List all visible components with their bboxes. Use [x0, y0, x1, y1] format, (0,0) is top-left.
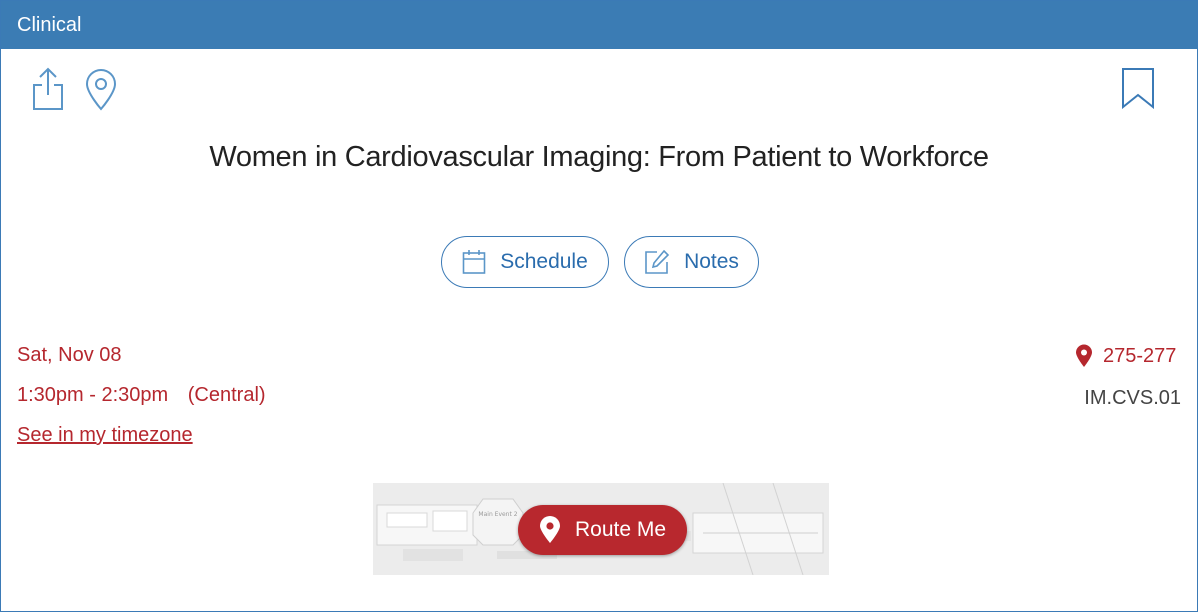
notes-button[interactable]: Notes: [624, 236, 759, 288]
edit-note-icon: [645, 249, 670, 274]
session-time: 1:30pm - 2:30pm (Central): [17, 384, 266, 407]
route-me-button[interactable]: Route Me: [518, 505, 687, 555]
session-date: Sat, Nov 08: [17, 344, 122, 366]
category-label: Clinical: [17, 14, 82, 36]
timezone-link[interactable]: See in my timezone: [17, 424, 193, 447]
notes-label: Notes: [684, 250, 739, 273]
category-header: Clinical: [1, 1, 1197, 49]
map-marker-icon: [1076, 344, 1092, 367]
map-booth-label: Main Event 2: [478, 511, 517, 518]
session-room: 275-277: [1075, 344, 1176, 368]
bookmark-icon[interactable]: [1121, 67, 1155, 114]
session-code: IM.CVS.01: [1084, 387, 1181, 409]
calendar-icon: [462, 250, 486, 274]
room-label: 275-277: [1103, 344, 1177, 367]
session-title: Women in Cardiovascular Imaging: From Pa…: [209, 141, 989, 173]
session-time-range: 1:30pm - 2:30pm: [17, 384, 169, 406]
location-pin-icon[interactable]: [83, 69, 119, 116]
schedule-label: Schedule: [500, 250, 588, 273]
session-timezone: (Central): [187, 384, 266, 406]
schedule-button[interactable]: Schedule: [441, 236, 609, 288]
session-card: Clinical Women in Cardiovascular Imaging…: [0, 0, 1198, 612]
route-me-label: Route Me: [574, 518, 667, 541]
map-marker-icon: [539, 516, 560, 543]
share-icon[interactable]: [31, 67, 65, 116]
